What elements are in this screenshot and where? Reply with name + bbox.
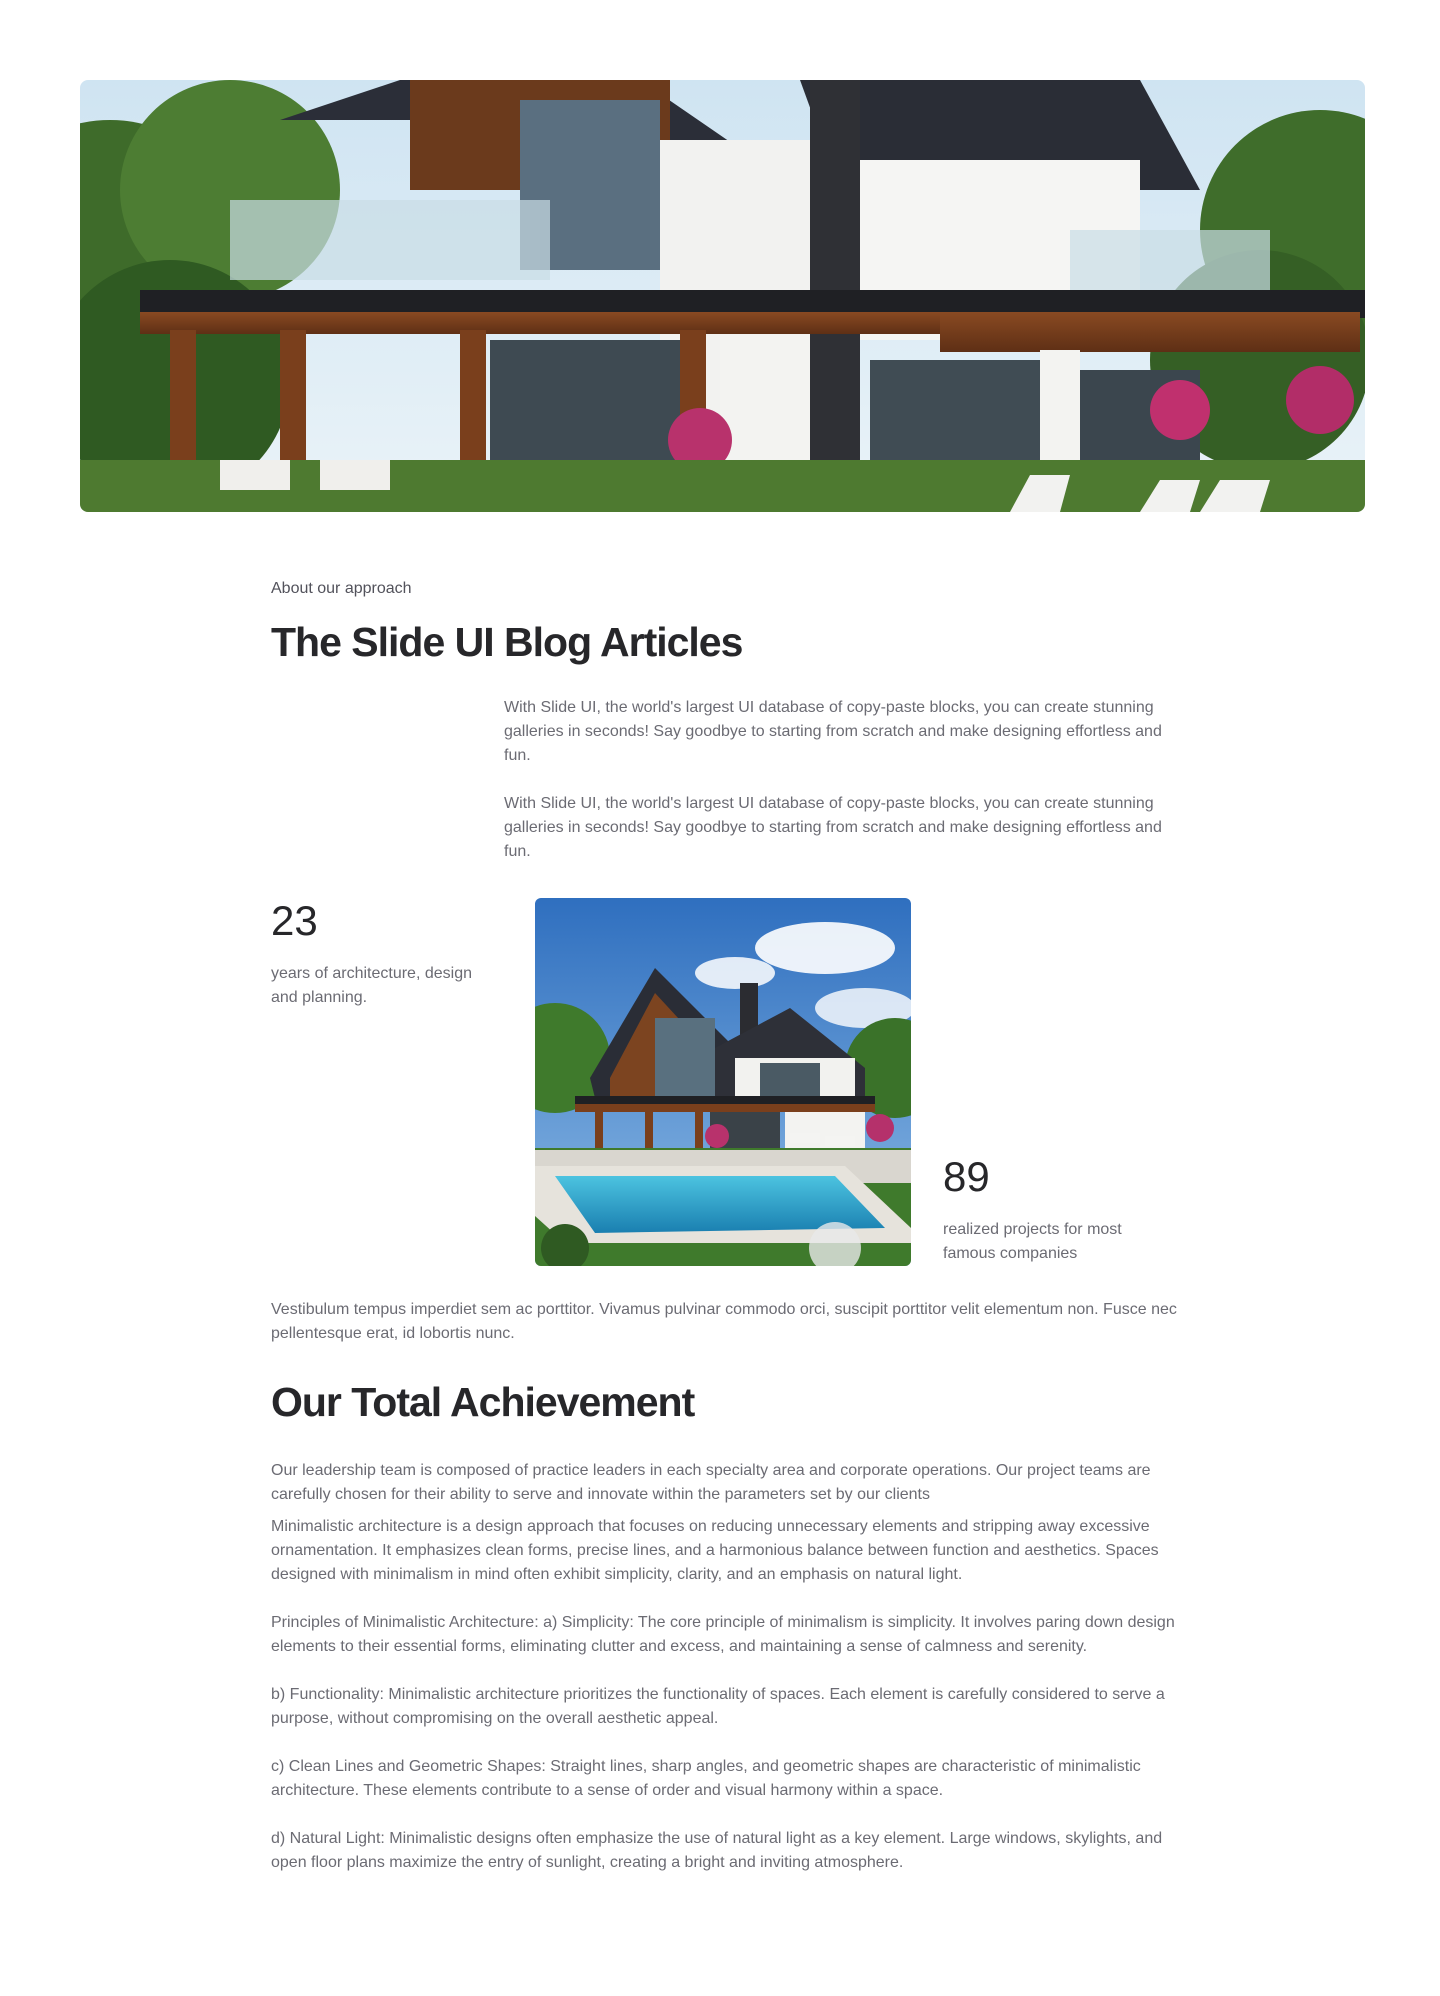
stat-label: years of architecture, design and planni… (271, 965, 472, 1006)
achievement-title: Our Total Achievement (271, 1379, 695, 1425)
body-paragraph: d) Natural Light: Minimalistic designs o… (271, 1830, 1163, 1871)
body-paragraph: b) Functionality: Minimalistic architect… (271, 1686, 1165, 1727)
section-eyebrow: About our approach (271, 580, 412, 597)
achievement-intro: Our leadership team is composed of pract… (271, 1462, 1151, 1503)
body-paragraph: Minimalistic architecture is a design ap… (271, 1518, 1159, 1583)
stat-value: 89 (943, 1153, 990, 1200)
intro-paragraph: With Slide UI, the world's largest UI da… (504, 699, 1162, 764)
summary-paragraph: Vestibulum tempus imperdiet sem ac portt… (271, 1301, 1177, 1342)
body-paragraph: c) Clean Lines and Geometric Shapes: Str… (271, 1758, 1141, 1799)
intro-text: With Slide UI, the world's largest UI da… (504, 696, 1184, 864)
stat-projects: 89 realized projects for most famous com… (943, 1152, 1163, 1266)
stat-label: realized projects for most famous compan… (943, 1221, 1122, 1262)
stat-years: 23 years of architecture, design and pla… (271, 896, 496, 1010)
page-title: The Slide UI Blog Articles (271, 619, 743, 665)
house-pool-image (535, 898, 911, 1266)
article-body: Minimalistic architecture is a design ap… (271, 1515, 1181, 1875)
stat-value: 23 (271, 897, 318, 944)
intro-paragraph: With Slide UI, the world's largest UI da… (504, 795, 1162, 860)
body-paragraph: Principles of Minimalistic Architecture:… (271, 1614, 1175, 1655)
hero-image (80, 80, 1365, 512)
